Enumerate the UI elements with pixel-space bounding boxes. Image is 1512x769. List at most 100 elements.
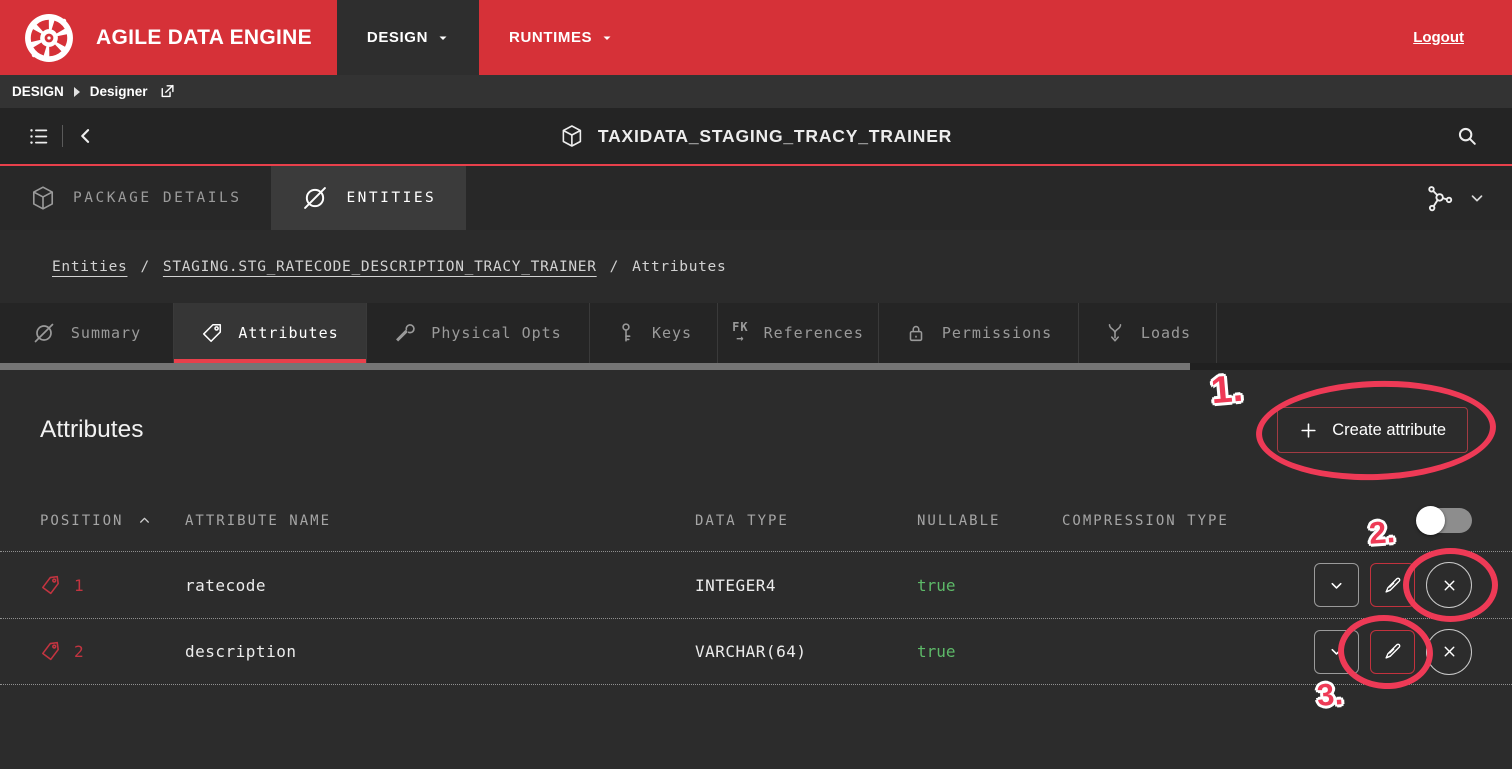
package-tab-bar: PACKAGE DETAILS ENTITIES (0, 166, 1512, 230)
nav-menu-runtimes-label: RUNTIMES (509, 29, 592, 46)
edit-icon (1383, 642, 1402, 661)
wrench-icon (394, 322, 416, 344)
breadcrumb: DESIGN Designer (0, 75, 1512, 108)
brand-title: AGILE DATA ENGINE (96, 26, 312, 50)
nullable-cell: true (917, 576, 1062, 595)
attributes-table-header: POSITION ATTRIBUTE NAME DATA TYPE NULLAB… (0, 490, 1512, 551)
edit-icon (1383, 576, 1402, 595)
tag-icon (39, 573, 63, 597)
data-type-cell: INTEGER4 (695, 576, 917, 595)
table-row-ratecode: 1 ratecode INTEGER4 true (0, 551, 1512, 618)
nullable-cell: true (917, 642, 1062, 661)
entity-icon (32, 321, 56, 345)
subtab-summary-label: Summary (71, 324, 141, 342)
graph-icon[interactable] (1424, 183, 1454, 213)
chevron-down-icon (1328, 643, 1345, 660)
shutter-logo-icon (24, 13, 74, 63)
nav-menu-design[interactable]: DESIGN (337, 0, 479, 75)
expand-row-button[interactable] (1314, 563, 1359, 607)
entity-breadcrumb-entities-link[interactable]: Entities (52, 259, 127, 275)
entity-subtab-bar: Summary Attributes Physical Opts Keys FK… (0, 303, 1512, 363)
logout-link[interactable]: Logout (1413, 29, 1464, 46)
agile-data-engine-app: AGILE DATA ENGINE DESIGN RUNTIMES Logout… (0, 0, 1512, 769)
subtab-loads[interactable]: Loads (1079, 303, 1217, 363)
tab-package-details[interactable]: PACKAGE DETAILS (0, 166, 271, 230)
sort-ascending-icon (138, 514, 151, 527)
breadcrumb-page: Designer (90, 84, 148, 99)
attribute-name-cell: description (185, 642, 695, 661)
view-toggle-switch[interactable] (1416, 506, 1472, 535)
delete-attribute-button[interactable] (1426, 562, 1472, 608)
lock-icon (905, 322, 927, 344)
path-separator: / (140, 259, 149, 275)
package-cube-icon (30, 185, 56, 211)
edit-attribute-button[interactable] (1370, 630, 1415, 674)
entity-toolbar: TAXIDATA_STAGING_TRACY_TRAINER (0, 108, 1512, 166)
column-header-position-label: POSITION (40, 513, 123, 529)
external-link-icon[interactable] (158, 83, 175, 100)
column-header-attribute-name[interactable]: ATTRIBUTE NAME (185, 513, 695, 529)
app-logo[interactable] (0, 0, 74, 75)
entity-icon (301, 184, 329, 212)
scrollbar-thumb[interactable] (0, 363, 1190, 370)
chevron-down-icon[interactable] (1468, 189, 1486, 207)
delete-attribute-button[interactable] (1426, 629, 1472, 675)
list-icon[interactable] (28, 126, 49, 147)
expand-row-button[interactable] (1314, 630, 1359, 674)
table-row-description: 2 description VARCHAR(64) true (0, 618, 1512, 685)
entity-title-group: TAXIDATA_STAGING_TRACY_TRAINER (560, 124, 952, 148)
tag-icon (39, 640, 63, 664)
column-header-compression-type[interactable]: COMPRESSION TYPE (1062, 513, 1312, 529)
position-cell: 1 (40, 575, 185, 596)
toolbar-right-controls (1424, 166, 1512, 230)
position-value: 2 (74, 642, 84, 661)
subtab-keys-label: Keys (652, 324, 692, 342)
data-type-cell: VARCHAR(64) (695, 642, 917, 661)
subtab-references[interactable]: FK → References (718, 303, 879, 363)
tab-package-details-label: PACKAGE DETAILS (73, 190, 241, 206)
entity-breadcrumb-current: Attributes (632, 259, 726, 275)
row-actions (1312, 562, 1472, 608)
chevron-down-icon (601, 32, 613, 44)
merge-icon (1104, 322, 1126, 344)
subtab-physical-opts-label: Physical Opts (431, 324, 561, 342)
column-header-data-type[interactable]: DATA TYPE (695, 513, 917, 529)
chevron-down-icon (1328, 577, 1345, 594)
column-header-position[interactable]: POSITION (40, 513, 185, 529)
page-title: Attributes (40, 416, 144, 444)
toolbar-divider (62, 125, 63, 147)
subtab-attributes-label: Attributes (238, 324, 338, 342)
chevron-down-icon (437, 32, 449, 44)
plus-icon (1299, 421, 1318, 440)
toggle-knob (1416, 506, 1445, 535)
entity-package-title: TAXIDATA_STAGING_TRACY_TRAINER (598, 126, 952, 147)
tag-icon (201, 322, 223, 344)
nav-menu-design-label: DESIGN (367, 29, 428, 46)
key-icon (615, 322, 637, 344)
tab-entities[interactable]: ENTITIES (271, 166, 466, 230)
subtab-keys[interactable]: Keys (590, 303, 718, 363)
chevron-left-icon[interactable] (76, 126, 96, 146)
attribute-name-cell: ratecode (185, 576, 695, 595)
subtab-physical-opts[interactable]: Physical Opts (367, 303, 590, 363)
edit-attribute-button[interactable] (1370, 563, 1415, 607)
package-cube-icon (560, 124, 584, 148)
path-separator: / (610, 259, 619, 275)
attributes-section-header: Attributes Create attribute (0, 370, 1512, 490)
column-header-nullable[interactable]: NULLABLE (917, 513, 1062, 529)
row-actions (1312, 629, 1472, 675)
horizontal-scrollbar[interactable] (0, 363, 1512, 370)
search-icon[interactable] (1456, 125, 1478, 147)
top-header-bar: AGILE DATA ENGINE DESIGN RUNTIMES Logout (0, 0, 1512, 75)
attributes-content: Attributes Create attribute POSITION ATT… (0, 370, 1512, 769)
subtab-permissions[interactable]: Permissions (879, 303, 1079, 363)
close-icon (1441, 577, 1458, 594)
create-attribute-button[interactable]: Create attribute (1277, 407, 1468, 453)
position-value: 1 (74, 576, 84, 595)
nav-menu-runtimes[interactable]: RUNTIMES (479, 0, 643, 75)
subtab-summary[interactable]: Summary (0, 303, 174, 363)
subtab-loads-label: Loads (1141, 324, 1191, 342)
entity-breadcrumb-entity-link[interactable]: STAGING.STG_RATECODE_DESCRIPTION_TRACY_T… (163, 259, 597, 275)
subtab-attributes[interactable]: Attributes (174, 303, 367, 363)
breadcrumb-section: DESIGN (12, 84, 64, 99)
